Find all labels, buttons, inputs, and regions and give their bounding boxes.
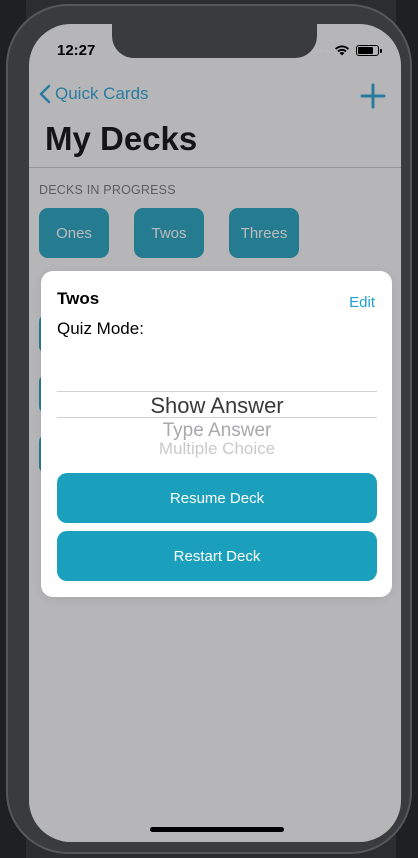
status-icons: [310, 45, 382, 56]
quiz-mode-label: Quiz Mode:: [57, 319, 144, 338]
edit-button[interactable]: Edit: [349, 294, 375, 311]
picker-option[interactable]: Multiple Choice: [57, 439, 377, 459]
picker-divider-bottom: [57, 417, 377, 418]
quiz-mode-picker[interactable]: Show Answer Type Answer Multiple Choice: [57, 371, 377, 461]
resume-deck-button[interactable]: Resume Deck: [57, 473, 377, 523]
restart-deck-button[interactable]: Restart Deck: [57, 531, 377, 581]
signal-icon: [310, 49, 328, 52]
phone-notch: [112, 24, 317, 58]
picker-option-selected[interactable]: Show Answer: [57, 393, 377, 419]
deck-options-modal: Twos Edit Quiz Mode: Show Answer Type An…: [41, 271, 392, 597]
wifi-icon: [335, 45, 349, 56]
battery-icon: [356, 45, 382, 56]
phone-frame: 12:27 Quick Cards My Decks DECKS IN PROG…: [6, 4, 412, 854]
status-time: 12:27: [57, 42, 96, 59]
home-indicator[interactable]: [150, 827, 284, 832]
picker-divider-top: [57, 391, 377, 392]
phone-screen: 12:27 Quick Cards My Decks DECKS IN PROG…: [29, 24, 401, 842]
modal-deck-name: Twos: [57, 289, 100, 308]
